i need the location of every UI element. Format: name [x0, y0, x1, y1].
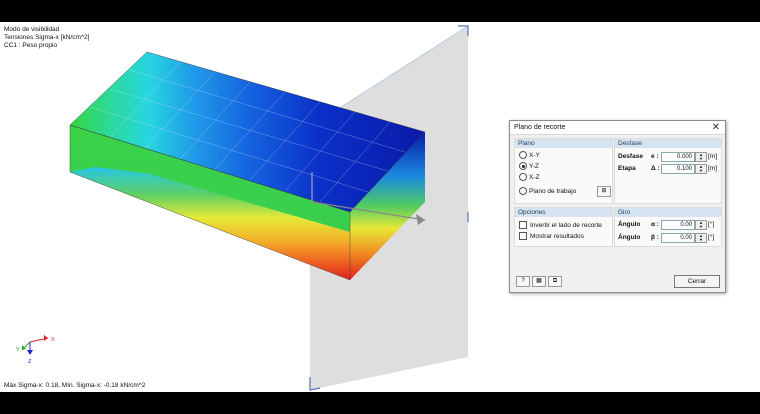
angle-alpha-input[interactable]: 0.00: [661, 220, 695, 230]
etapa-label: Etapa: [618, 165, 636, 172]
clipping-plane-dialog: Plano de recorte ✕ Plano X-Y Y-Z X-Z Pla…: [509, 120, 726, 293]
angle-alpha-spinner[interactable]: ▲ ▼: [695, 220, 707, 230]
desfase-input[interactable]: 0.000: [661, 152, 695, 162]
opciones-header: Opciones: [515, 208, 612, 217]
radio-circle[interactable]: [519, 173, 527, 181]
axis-x-label: X: [51, 337, 55, 343]
etapa-symbol: Δ :: [651, 165, 660, 172]
etapa-input[interactable]: 0.100: [661, 164, 695, 174]
radio-y-z[interactable]: Y-Z: [519, 162, 539, 170]
giro-header: Giro: [615, 208, 721, 217]
radio-label: Plano de trabajo: [529, 187, 577, 195]
etapa-spinner[interactable]: ▲ ▼: [695, 164, 707, 174]
desfase-group: Desfase Desfase e : 0.000 ▲ ▼ [m] Etapa Δ…: [614, 138, 722, 204]
axis-y-label: Y: [16, 347, 20, 353]
check-invert-side[interactable]: Invertir el lado de recorte: [519, 221, 602, 229]
desfase-unit: [m]: [708, 153, 718, 160]
checkbox[interactable]: [519, 232, 527, 240]
angle-beta-symbol: β :: [651, 234, 659, 241]
angle-beta-input[interactable]: 0.00: [661, 233, 695, 243]
axis-triad: [21, 335, 49, 355]
desfase-symbol: e :: [651, 153, 659, 160]
angle-beta-spinner[interactable]: ▲ ▼: [695, 233, 707, 243]
radio-label: Y-Z: [529, 162, 539, 170]
giro-group: Giro Ángulo α : 0.00 ▲ ▼ [°] Ángulo β : 0…: [614, 207, 722, 247]
check-show-results[interactable]: Mostrar resultados: [519, 232, 584, 240]
plano-group: Plano X-Y Y-Z X-Z Plano de trabajo ⊞: [514, 138, 613, 204]
plano-header: Plano: [515, 139, 612, 148]
angle-alpha-unit: [°]: [708, 221, 715, 228]
checkbox[interactable]: [519, 221, 527, 229]
radio-circle[interactable]: [519, 187, 527, 195]
help-icon[interactable]: ?: [516, 276, 530, 287]
table-icon[interactable]: ▦: [532, 276, 546, 287]
angle-beta-unit: [°]: [708, 234, 715, 241]
radio-label: X-Z: [529, 173, 540, 181]
copy-icon[interactable]: ⧉: [548, 276, 562, 287]
close-button[interactable]: Cerrar: [674, 275, 720, 288]
dialog-titlebar: Plano de recorte ✕: [510, 121, 725, 135]
radio-x-y[interactable]: X-Y: [519, 151, 540, 159]
etapa-unit: [m]: [708, 165, 718, 172]
info-line-loadcase: CC1 : Peso propio: [4, 42, 58, 49]
desfase-label: Desfase: [618, 153, 643, 160]
radio-circle[interactable]: [519, 151, 527, 159]
opciones-group: Opciones Invertir el lado de recorte Mos…: [514, 207, 613, 247]
checkbox-label: Mostrar resultados: [530, 232, 584, 240]
info-line-result: Tensiones Sigma-x [kN/cm^2]: [4, 34, 90, 41]
checkbox-label: Invertir el lado de recorte: [530, 221, 602, 229]
radio-label: X-Y: [529, 151, 540, 159]
close-icon[interactable]: ✕: [712, 122, 720, 133]
radio-circle-selected[interactable]: [519, 162, 527, 170]
result-info: Modo de visibilidad Tensiones Sigma-x [k…: [4, 26, 89, 50]
axis-z-label: Z: [28, 359, 32, 365]
select-work-plane-icon[interactable]: ⊞: [597, 186, 611, 197]
min-max-summary: Máx.Sigma-x: 0.18, Mín. Sigma-x: -0.18 k…: [4, 382, 146, 389]
angle-alpha-symbol: α :: [651, 221, 659, 228]
desfase-header: Desfase: [615, 139, 721, 148]
info-line-visibility: Modo de visibilidad: [4, 26, 60, 33]
dialog-title: Plano de recorte: [514, 124, 566, 131]
angle-alpha-label: Ángulo: [618, 221, 641, 228]
angle-beta-label: Ángulo: [618, 234, 641, 241]
radio-x-z[interactable]: X-Z: [519, 173, 539, 181]
desfase-spinner[interactable]: ▲ ▼: [695, 152, 707, 162]
radio-work-plane[interactable]: Plano de trabajo: [519, 187, 576, 195]
